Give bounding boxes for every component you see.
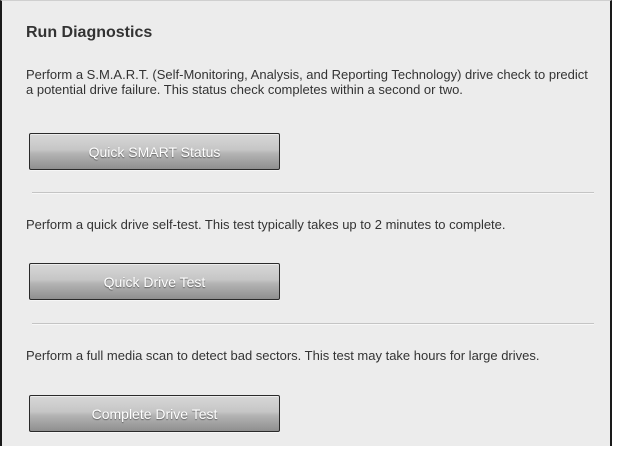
smart-status-description: Perform a S.M.A.R.T. (Self-Monitoring, A… xyxy=(26,67,588,97)
quick-drive-test-button-label: Quick Drive Test xyxy=(103,273,206,290)
quick-drive-test-description: Perform a quick drive self-test. This te… xyxy=(26,217,506,232)
complete-drive-test-description: Perform a full media scan to detect bad … xyxy=(26,348,540,363)
section-divider xyxy=(32,192,594,194)
panel-title: Run Diagnostics xyxy=(26,24,153,41)
complete-drive-test-button[interactable]: Complete Drive Test xyxy=(29,395,280,432)
quick-drive-test-button[interactable]: Quick Drive Test xyxy=(29,263,280,300)
section-divider xyxy=(32,323,594,325)
quick-smart-status-button-label: Quick SMART Status xyxy=(88,143,221,160)
run-diagnostics-panel: Run Diagnostics Perform a S.M.A.R.T. (Se… xyxy=(0,0,612,446)
complete-drive-test-button-label: Complete Drive Test xyxy=(91,405,218,422)
quick-smart-status-button[interactable]: Quick SMART Status xyxy=(29,133,280,170)
